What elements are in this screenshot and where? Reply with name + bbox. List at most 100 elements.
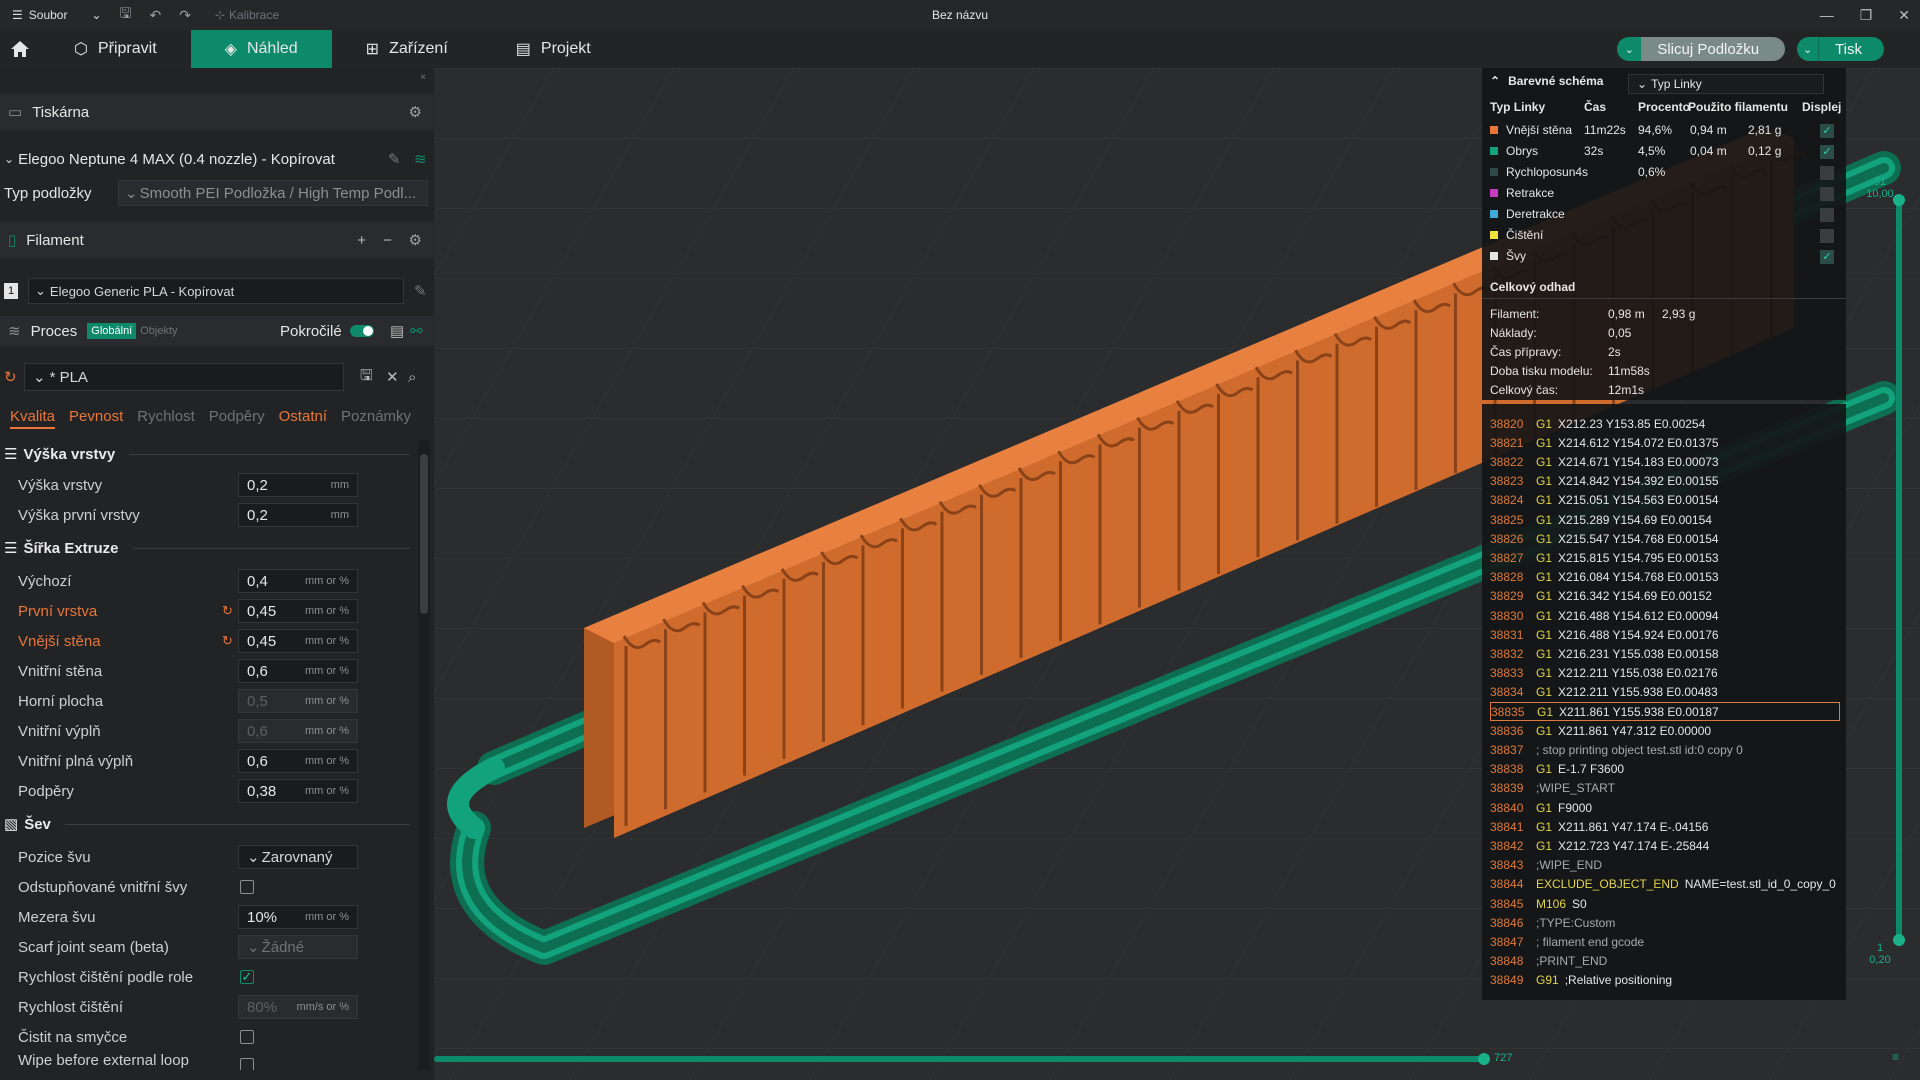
sidebar-scrollbar[interactable] <box>418 440 430 1070</box>
move-slider[interactable] <box>434 1053 1490 1065</box>
color-scheme-select[interactable]: ⌄ Typ Linky <box>1628 74 1824 94</box>
wipe-before-external-checkbox[interactable] <box>240 1058 254 1070</box>
chevron-down-icon[interactable]: ⌄ <box>1617 37 1642 61</box>
gcode-line[interactable]: 38835 G1 X211.861 Y155.938 E0.00187 <box>1490 702 1840 721</box>
maximize-icon[interactable]: ❐ <box>1860 7 1873 24</box>
printer-section-header[interactable]: ▭ Tiskárna ⚙ <box>0 94 434 130</box>
tab-device[interactable]: ⊞ Zařízení <box>332 30 482 68</box>
role-wipe-speed-checkbox[interactable]: ✓ <box>240 970 254 984</box>
print-button[interactable]: ⌄ Tisk <box>1797 37 1884 61</box>
gcode-line[interactable]: 38839 ;WIPE_START <box>1490 779 1840 798</box>
first-layer-width-input[interactable]: 0,45 mm or % <box>238 599 358 623</box>
gcode-line[interactable]: 38836 G1 X211.861 Y47.312 E0.00000 <box>1490 721 1840 740</box>
solid-infill-width-input[interactable]: 0,6 mm or % <box>238 749 358 773</box>
tab-support[interactable]: Podpěry <box>209 408 265 429</box>
legend-display-checkbox[interactable] <box>1820 166 1834 180</box>
gcode-line[interactable]: 38828 G1 X216.084 Y154.768 E0.00153 <box>1490 568 1840 587</box>
default-width-input[interactable]: 0,4 mm or % <box>238 569 358 593</box>
gcode-line[interactable]: 38833 G1 X212.211 Y155.038 E0.02176 <box>1490 664 1840 683</box>
search-icon[interactable]: ⌕ <box>408 369 416 386</box>
preset-select[interactable]: ⌄ * PLA <box>24 363 344 391</box>
save-preset-icon[interactable]: 🖫 <box>360 365 373 390</box>
seam-position-select[interactable]: ⌄ Zarovnaný <box>238 845 358 869</box>
tab-quality[interactable]: Kvalita <box>10 408 56 429</box>
gcode-line[interactable]: 38831 G1 X216.488 Y154.924 E0.00176 <box>1490 625 1840 644</box>
gcode-line[interactable]: 38838 G1 E-1.7 F3600 <box>1490 760 1840 779</box>
gcode-line[interactable]: 38846 ;TYPE:Custom <box>1490 913 1840 932</box>
list-view-icon[interactable]: ▤ <box>390 322 404 340</box>
home-icon[interactable] <box>0 30 40 68</box>
wipe-on-loop-checkbox[interactable] <box>240 1030 254 1044</box>
tab-speed[interactable]: Rychlost <box>137 408 195 429</box>
gcode-line[interactable]: 38821 G1 X214.612 Y154.072 E0.01375 <box>1490 433 1840 452</box>
scrollbar-thumb[interactable] <box>420 454 428 614</box>
add-icon[interactable]: + <box>357 232 366 249</box>
file-menu[interactable]: ☰ Soubor ⌄ <box>0 8 102 22</box>
gcode-line[interactable]: 38844 EXCLUDE_OBJECT_END NAME=test.stl_id_… <box>1490 875 1840 894</box>
gcode-line[interactable]: 38825 G1 X215.289 Y154.69 E0.00154 <box>1490 510 1840 529</box>
legend-header[interactable]: ⌃ Barevné schéma <box>1490 74 1603 88</box>
save-icon[interactable]: 🖫 <box>120 3 132 27</box>
gcode-line[interactable]: 38829 G1 X216.342 Y154.69 E0.00152 <box>1490 587 1840 606</box>
gcode-line[interactable]: 38845 M106 S0 <box>1490 894 1840 913</box>
reset-icon[interactable]: ↻ <box>4 368 17 386</box>
bed-type-select[interactable]: ⌄ Smooth PEI Podložka / High Temp Podl..… <box>118 180 428 206</box>
gear-icon[interactable]: ⚙ <box>409 103 422 121</box>
reset-icon[interactable]: ↻ <box>222 633 233 649</box>
layer-slider[interactable] <box>1893 194 1905 946</box>
inner-wall-width-input[interactable]: 0,6 mm or % <box>238 659 358 683</box>
tab-preview[interactable]: ◈ Náhled <box>190 30 332 68</box>
layer-height-input[interactable]: 0,2 mm <box>238 473 358 497</box>
remove-icon[interactable]: − <box>383 232 392 249</box>
tab-prepare[interactable]: ⬡ Připravit <box>40 30 191 68</box>
move-slider-handle[interactable] <box>1478 1053 1490 1065</box>
staggered-seams-checkbox[interactable] <box>240 880 254 894</box>
gcode-line[interactable]: 38826 G1 X215.547 Y154.768 E0.00154 <box>1490 529 1840 548</box>
gcode-line[interactable]: 38834 G1 X212.211 Y155.938 E0.00483 <box>1490 683 1840 702</box>
edit-icon[interactable]: ✎ <box>414 282 427 300</box>
gcode-line[interactable]: 38847 ; filament end gcode <box>1490 932 1840 951</box>
close-icon[interactable]: ✕ <box>1898 7 1910 24</box>
seam-gap-input[interactable]: 10% mm or % <box>238 905 358 929</box>
filament-select[interactable]: ⌄ Elegoo Generic PLA - Kopírovat <box>28 278 404 304</box>
advanced-toggle[interactable] <box>350 325 374 337</box>
gcode-line[interactable]: 38823 G1 X214.842 Y154.392 E0.00155 <box>1490 472 1840 491</box>
gcode-line[interactable]: 38841 G1 X211.861 Y47.174 E-.04156 <box>1490 817 1840 836</box>
calibrate-button[interactable]: ⊹ Kalibrace <box>215 8 279 22</box>
tab-others[interactable]: Ostatní <box>279 408 327 429</box>
legend-display-checkbox[interactable]: ✓ <box>1820 124 1834 138</box>
gcode-line[interactable]: 38843 ;WIPE_END <box>1490 856 1840 875</box>
compare-icon[interactable]: ⚯ <box>410 322 423 340</box>
wipe-speed-input[interactable]: 80% mm/s or % <box>238 995 358 1019</box>
support-width-input[interactable]: 0,38 mm or % <box>238 779 358 803</box>
menu-dots-icon[interactable]: ≡ <box>1892 1050 1899 1064</box>
printer-select[interactable]: ⌄ Elegoo Neptune 4 MAX (0.4 nozzle) - Ko… <box>4 144 427 174</box>
filament-section-header[interactable]: ▯ Filament + − ⚙ <box>0 222 434 258</box>
tab-strength[interactable]: Pevnost <box>69 408 123 429</box>
scarf-seam-select[interactable]: ⌄ Žádné <box>238 935 358 959</box>
undo-icon[interactable]: ↶ <box>149 7 161 24</box>
gcode-line[interactable]: 38824 G1 X215.051 Y154.563 E0.00154 <box>1490 491 1840 510</box>
reset-icon[interactable]: ↻ <box>222 603 233 619</box>
tab-project[interactable]: ▤ Projekt <box>482 30 625 68</box>
gcode-line[interactable]: 38849 G91 ;Relative positioning <box>1490 971 1840 990</box>
process-objects-tab[interactable]: Objekty <box>140 325 177 337</box>
sparse-infill-width-input[interactable]: 0,6 mm or % <box>238 719 358 743</box>
minimize-icon[interactable]: — <box>1820 7 1834 23</box>
gcode-line[interactable]: 38832 G1 X216.231 Y155.038 E0.00158 <box>1490 644 1840 663</box>
first-layer-height-input[interactable]: 0,2 mm <box>238 503 358 527</box>
gcode-line[interactable]: 38842 G1 X212.723 Y47.174 E-.25844 <box>1490 836 1840 855</box>
gcode-line[interactable]: 38848 ;PRINT_END <box>1490 952 1840 971</box>
gcode-line[interactable]: 38840 G1 F9000 <box>1490 798 1840 817</box>
legend-display-checkbox[interactable] <box>1820 229 1834 243</box>
legend-display-checkbox[interactable]: ✓ <box>1820 145 1834 159</box>
legend-display-checkbox[interactable] <box>1820 208 1834 222</box>
gear-icon[interactable]: ⚙ <box>409 231 422 249</box>
legend-display-checkbox[interactable]: ✓ <box>1820 250 1834 264</box>
gcode-line[interactable]: 38837 ; stop printing object test.stl id:… <box>1490 740 1840 759</box>
gcode-line[interactable]: 38830 G1 X216.488 Y154.612 E0.00094 <box>1490 606 1840 625</box>
slice-plate-button[interactable]: ⌄ Slicuj Podložku <box>1617 37 1786 61</box>
chevron-down-icon[interactable]: ⌄ <box>1797 37 1820 61</box>
gcode-line[interactable]: 38820 G1 X212.23 Y153.85 E0.00254 <box>1490 414 1840 433</box>
top-surface-width-input[interactable]: 0,5 mm or % <box>238 689 358 713</box>
